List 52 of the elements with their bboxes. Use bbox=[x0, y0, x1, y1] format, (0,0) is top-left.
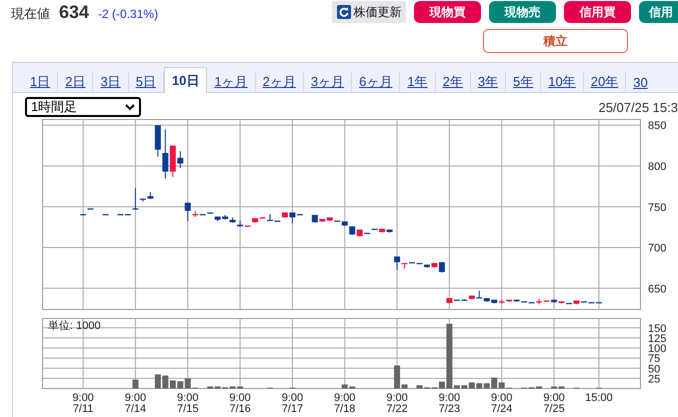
price-axis-label: 700 bbox=[648, 242, 666, 255]
period-tab[interactable]: 1年 bbox=[400, 72, 436, 92]
period-tab[interactable]: 1ヶ月 bbox=[207, 72, 256, 92]
price-axis-label: 750 bbox=[648, 202, 666, 214]
savings-button[interactable]: 積立 bbox=[483, 29, 628, 53]
time-axis-label: 9:00 7/22 bbox=[386, 392, 408, 414]
sell-button[interactable]: 信用 bbox=[639, 1, 678, 23]
time-axis-label: 9:00 7/15 bbox=[177, 392, 198, 414]
time-axis-label: 9:00 7/24 bbox=[491, 392, 512, 414]
refresh-button[interactable]: 株価更新 bbox=[332, 1, 406, 23]
buy-button[interactable]: 信用買 bbox=[564, 1, 631, 23]
period-tab[interactable]: 2年 bbox=[436, 72, 471, 92]
period-tab[interactable]: 2日 bbox=[58, 72, 94, 92]
current-price-label: 現在値 bbox=[11, 4, 50, 22]
time-axis-label: 15:00 bbox=[585, 392, 613, 404]
period-tab[interactable]: 30 bbox=[626, 72, 650, 92]
buy-button[interactable]: 現物買 bbox=[414, 1, 481, 23]
period-tab[interactable]: 3年 bbox=[470, 72, 506, 92]
volume-axis-label: 50 bbox=[648, 363, 660, 376]
period-tab[interactable]: 1日 bbox=[23, 72, 58, 92]
chevron-down-icon bbox=[125, 104, 135, 110]
candle bbox=[88, 208, 94, 210]
volume-axis-label: 150 bbox=[648, 322, 666, 335]
price-axis-label: 650 bbox=[648, 283, 666, 296]
current-price: 634 bbox=[59, 2, 90, 22]
volume-axis-label: 100 bbox=[648, 343, 666, 356]
price-axis-label: 800 bbox=[648, 160, 666, 173]
time-axis-label: 9:00 7/18 bbox=[334, 392, 356, 414]
time-axis-label: 9:00 7/14 bbox=[124, 392, 146, 414]
period-tab[interactable]: 10年 bbox=[541, 72, 584, 92]
volume-axis-label: 75 bbox=[648, 353, 660, 366]
time-axis-label: 9:00 7/11 bbox=[72, 392, 94, 414]
price-change: -2 (-0.31%) bbox=[98, 6, 158, 20]
period-tab[interactable]: 5年 bbox=[506, 72, 542, 92]
period-tab[interactable]: 20年 bbox=[584, 72, 626, 92]
time-axis-label: 9:00 7/25 bbox=[543, 392, 565, 414]
volume-axis-label: 25 bbox=[648, 373, 660, 386]
time-axis-label: 9:00 7/23 bbox=[438, 392, 460, 414]
timestamp: 25/07/25 15:3 bbox=[598, 100, 678, 114]
period-tab[interactable]: 3日 bbox=[93, 72, 129, 92]
volume-axis-label: 125 bbox=[648, 332, 666, 345]
time-axis-label: 9:00 7/17 bbox=[282, 392, 304, 414]
period-tab[interactable]: 2ヶ月 bbox=[256, 72, 304, 92]
price-axis-label: 850 bbox=[648, 120, 666, 132]
period-tab[interactable]: 6ヶ月 bbox=[352, 72, 400, 92]
refresh-icon bbox=[336, 5, 350, 19]
interval-select[interactable]: 1時間足 bbox=[25, 97, 141, 117]
period-tab[interactable]: 10日 bbox=[164, 67, 208, 93]
volume-unit-label: 単位: 1000 bbox=[48, 320, 101, 332]
sell-button[interactable]: 現物売 bbox=[489, 1, 556, 23]
period-tab[interactable]: 3ヶ月 bbox=[304, 72, 352, 92]
time-axis-label: 9:00 7/16 bbox=[229, 392, 251, 414]
